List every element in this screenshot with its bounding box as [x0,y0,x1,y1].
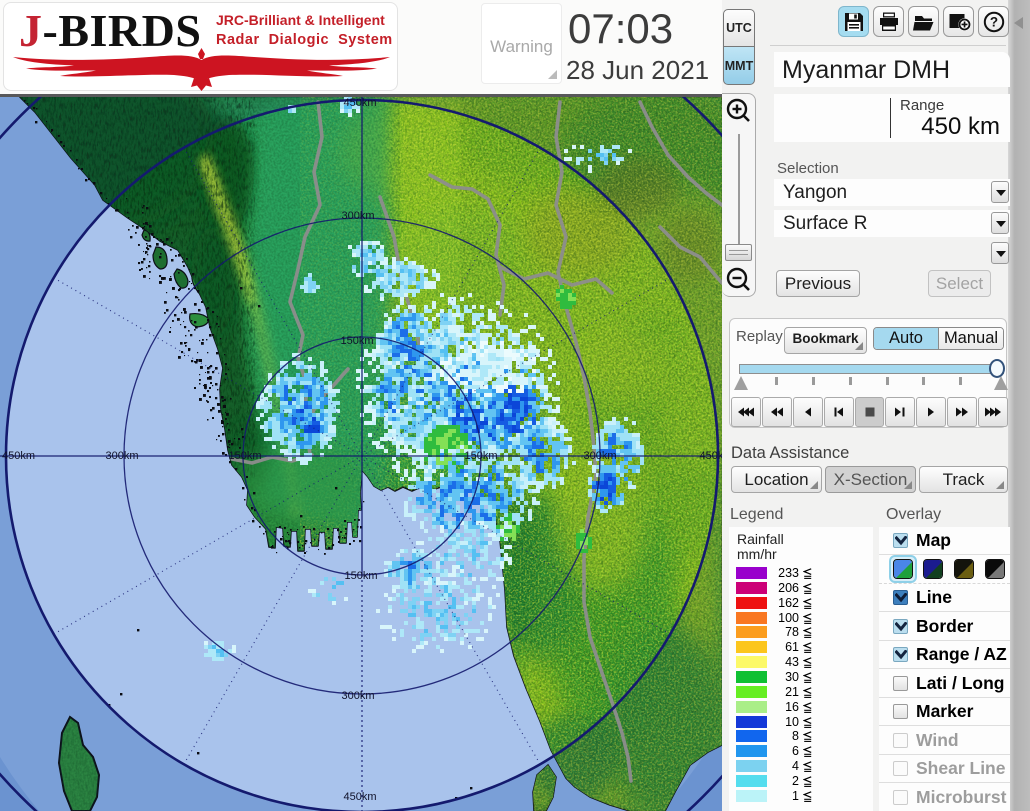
svg-text:150km: 150km [228,450,261,462]
svg-text:300km: 300km [341,210,374,222]
svg-text:450km: 450km [343,791,376,803]
svg-text:450km: 450km [699,450,722,462]
svg-text:450km: 450km [343,97,376,109]
svg-text:300km: 300km [341,690,374,702]
svg-text:?: ? [990,15,998,30]
svg-text:150km: 150km [344,570,377,582]
svg-text:150km: 150km [340,335,373,347]
svg-text:150km: 150km [464,450,497,462]
svg-text:300km: 300km [105,450,138,462]
svg-text:300km: 300km [583,450,616,462]
svg-text:450km: 450km [2,450,35,462]
